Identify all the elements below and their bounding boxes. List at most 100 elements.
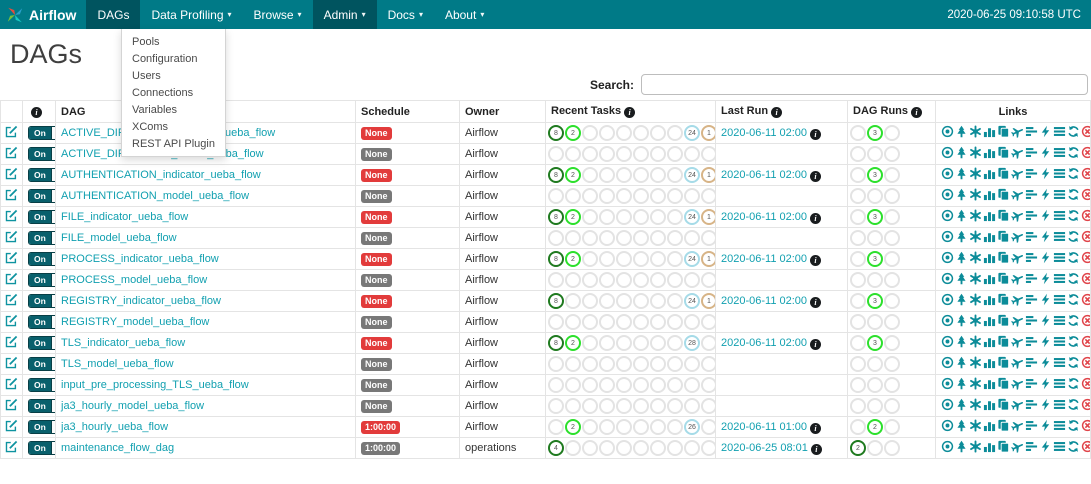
trigger-dag-icon[interactable] <box>941 272 954 285</box>
refresh-icon[interactable] <box>1067 188 1080 201</box>
tree-view-icon[interactable] <box>955 398 968 411</box>
task-state-circle-up_for_reschedule[interactable] <box>650 146 666 162</box>
landing-times-icon[interactable] <box>1011 419 1024 432</box>
trigger-dag-icon[interactable] <box>941 440 954 453</box>
task-duration-icon[interactable] <box>983 398 996 411</box>
task-state-circle-scheduled[interactable]: 1 <box>701 293 716 309</box>
dag-pause-toggle[interactable]: On <box>28 357 56 371</box>
task-state-circle-success[interactable]: 8 <box>548 335 564 351</box>
dag-link[interactable]: REGISTRY_model_ueba_flow <box>61 316 209 328</box>
dag-run-circle-failed[interactable] <box>884 230 900 246</box>
dag-run-circle-failed[interactable] <box>884 419 900 435</box>
trigger-dag-icon[interactable] <box>941 125 954 138</box>
edit-dag-icon[interactable] <box>5 356 18 369</box>
refresh-icon[interactable] <box>1067 398 1080 411</box>
task-logs-icon[interactable] <box>1053 440 1066 453</box>
graph-view-icon[interactable] <box>969 251 982 264</box>
task-state-circle-queued[interactable] <box>667 251 683 267</box>
trigger-dag-icon[interactable] <box>941 293 954 306</box>
gantt-view-icon[interactable] <box>1025 440 1038 453</box>
dag-pause-toggle[interactable]: On <box>28 336 56 350</box>
task-state-circle-none[interactable]: 24 <box>684 125 700 141</box>
task-state-circle-skipped[interactable] <box>616 335 632 351</box>
graph-view-icon[interactable] <box>969 167 982 180</box>
task-state-circle-upstream_failed[interactable] <box>599 146 615 162</box>
delete-dag-icon[interactable] <box>1081 314 1091 327</box>
trigger-dag-icon[interactable] <box>941 377 954 390</box>
delete-dag-icon[interactable] <box>1081 167 1091 180</box>
task-duration-icon[interactable] <box>983 230 996 243</box>
dag-run-circle-failed[interactable] <box>884 146 900 162</box>
refresh-icon[interactable] <box>1067 293 1080 306</box>
refresh-icon[interactable] <box>1067 440 1080 453</box>
task-state-circle-success[interactable] <box>548 314 564 330</box>
task-state-circle-success[interactable]: 8 <box>548 251 564 267</box>
task-logs-icon[interactable] <box>1053 209 1066 222</box>
admin-menu-item-users[interactable]: Users <box>122 67 225 84</box>
graph-view-icon[interactable] <box>969 377 982 390</box>
task-state-circle-failed[interactable] <box>582 251 598 267</box>
dag-pause-toggle[interactable]: On <box>28 315 56 329</box>
code-view-icon[interactable] <box>1039 188 1052 201</box>
task-state-circle-upstream_failed[interactable] <box>599 167 615 183</box>
delete-dag-icon[interactable] <box>1081 272 1091 285</box>
task-tries-icon[interactable] <box>997 335 1010 348</box>
task-state-circle-success[interactable] <box>548 356 564 372</box>
task-state-circle-running[interactable] <box>565 398 581 414</box>
last-run-link[interactable]: 2020-06-11 01:00 <box>721 421 807 433</box>
task-state-circle-failed[interactable] <box>582 314 598 330</box>
task-state-circle-success[interactable] <box>548 230 564 246</box>
task-state-circle-skipped[interactable] <box>616 209 632 225</box>
task-state-circle-skipped[interactable] <box>616 251 632 267</box>
delete-dag-icon[interactable] <box>1081 419 1091 432</box>
edit-dag-icon[interactable] <box>5 335 18 348</box>
task-state-circle-running[interactable] <box>565 272 581 288</box>
task-state-circle-failed[interactable] <box>582 272 598 288</box>
edit-dag-icon[interactable] <box>5 377 18 390</box>
dag-run-circle-running[interactable] <box>867 188 883 204</box>
task-state-circle-running[interactable]: 2 <box>565 167 581 183</box>
gantt-view-icon[interactable] <box>1025 167 1038 180</box>
task-state-circle-failed[interactable] <box>582 377 598 393</box>
task-logs-icon[interactable] <box>1053 167 1066 180</box>
tree-view-icon[interactable] <box>955 146 968 159</box>
delete-dag-icon[interactable] <box>1081 398 1091 411</box>
graph-view-icon[interactable] <box>969 356 982 369</box>
task-state-circle-queued[interactable] <box>667 335 683 351</box>
trigger-dag-icon[interactable] <box>941 146 954 159</box>
edit-dag-icon[interactable] <box>5 125 18 138</box>
task-state-circle-running[interactable] <box>565 188 581 204</box>
task-state-circle-success[interactable] <box>548 419 564 435</box>
code-view-icon[interactable] <box>1039 209 1052 222</box>
landing-times-icon[interactable] <box>1011 188 1024 201</box>
dag-pause-toggle[interactable]: On <box>28 273 56 287</box>
task-state-circle-up_for_reschedule[interactable] <box>650 440 666 456</box>
task-state-circle-upstream_failed[interactable] <box>599 125 615 141</box>
landing-times-icon[interactable] <box>1011 272 1024 285</box>
trigger-dag-icon[interactable] <box>941 188 954 201</box>
code-view-icon[interactable] <box>1039 230 1052 243</box>
nav-item-about[interactable]: About▾ <box>434 0 495 29</box>
task-state-circle-success[interactable]: 8 <box>548 125 564 141</box>
task-state-circle-upstream_failed[interactable] <box>599 419 615 435</box>
task-duration-icon[interactable] <box>983 251 996 264</box>
task-duration-icon[interactable] <box>983 188 996 201</box>
graph-view-icon[interactable] <box>969 293 982 306</box>
code-view-icon[interactable] <box>1039 356 1052 369</box>
landing-times-icon[interactable] <box>1011 230 1024 243</box>
task-state-circle-up_for_retry[interactable] <box>633 377 649 393</box>
task-state-circle-scheduled[interactable]: 1 <box>701 125 716 141</box>
landing-times-icon[interactable] <box>1011 125 1024 138</box>
task-state-circle-running[interactable]: 2 <box>565 419 581 435</box>
task-state-circle-queued[interactable] <box>667 188 683 204</box>
task-state-circle-queued[interactable] <box>667 167 683 183</box>
task-state-circle-up_for_retry[interactable] <box>633 167 649 183</box>
dag-pause-toggle[interactable]: On <box>28 294 56 308</box>
code-view-icon[interactable] <box>1039 377 1052 390</box>
task-state-circle-failed[interactable] <box>582 335 598 351</box>
task-state-circle-success[interactable] <box>548 146 564 162</box>
task-state-circle-none[interactable] <box>684 440 700 456</box>
task-state-circle-failed[interactable] <box>582 188 598 204</box>
trigger-dag-icon[interactable] <box>941 419 954 432</box>
task-state-circle-skipped[interactable] <box>616 230 632 246</box>
